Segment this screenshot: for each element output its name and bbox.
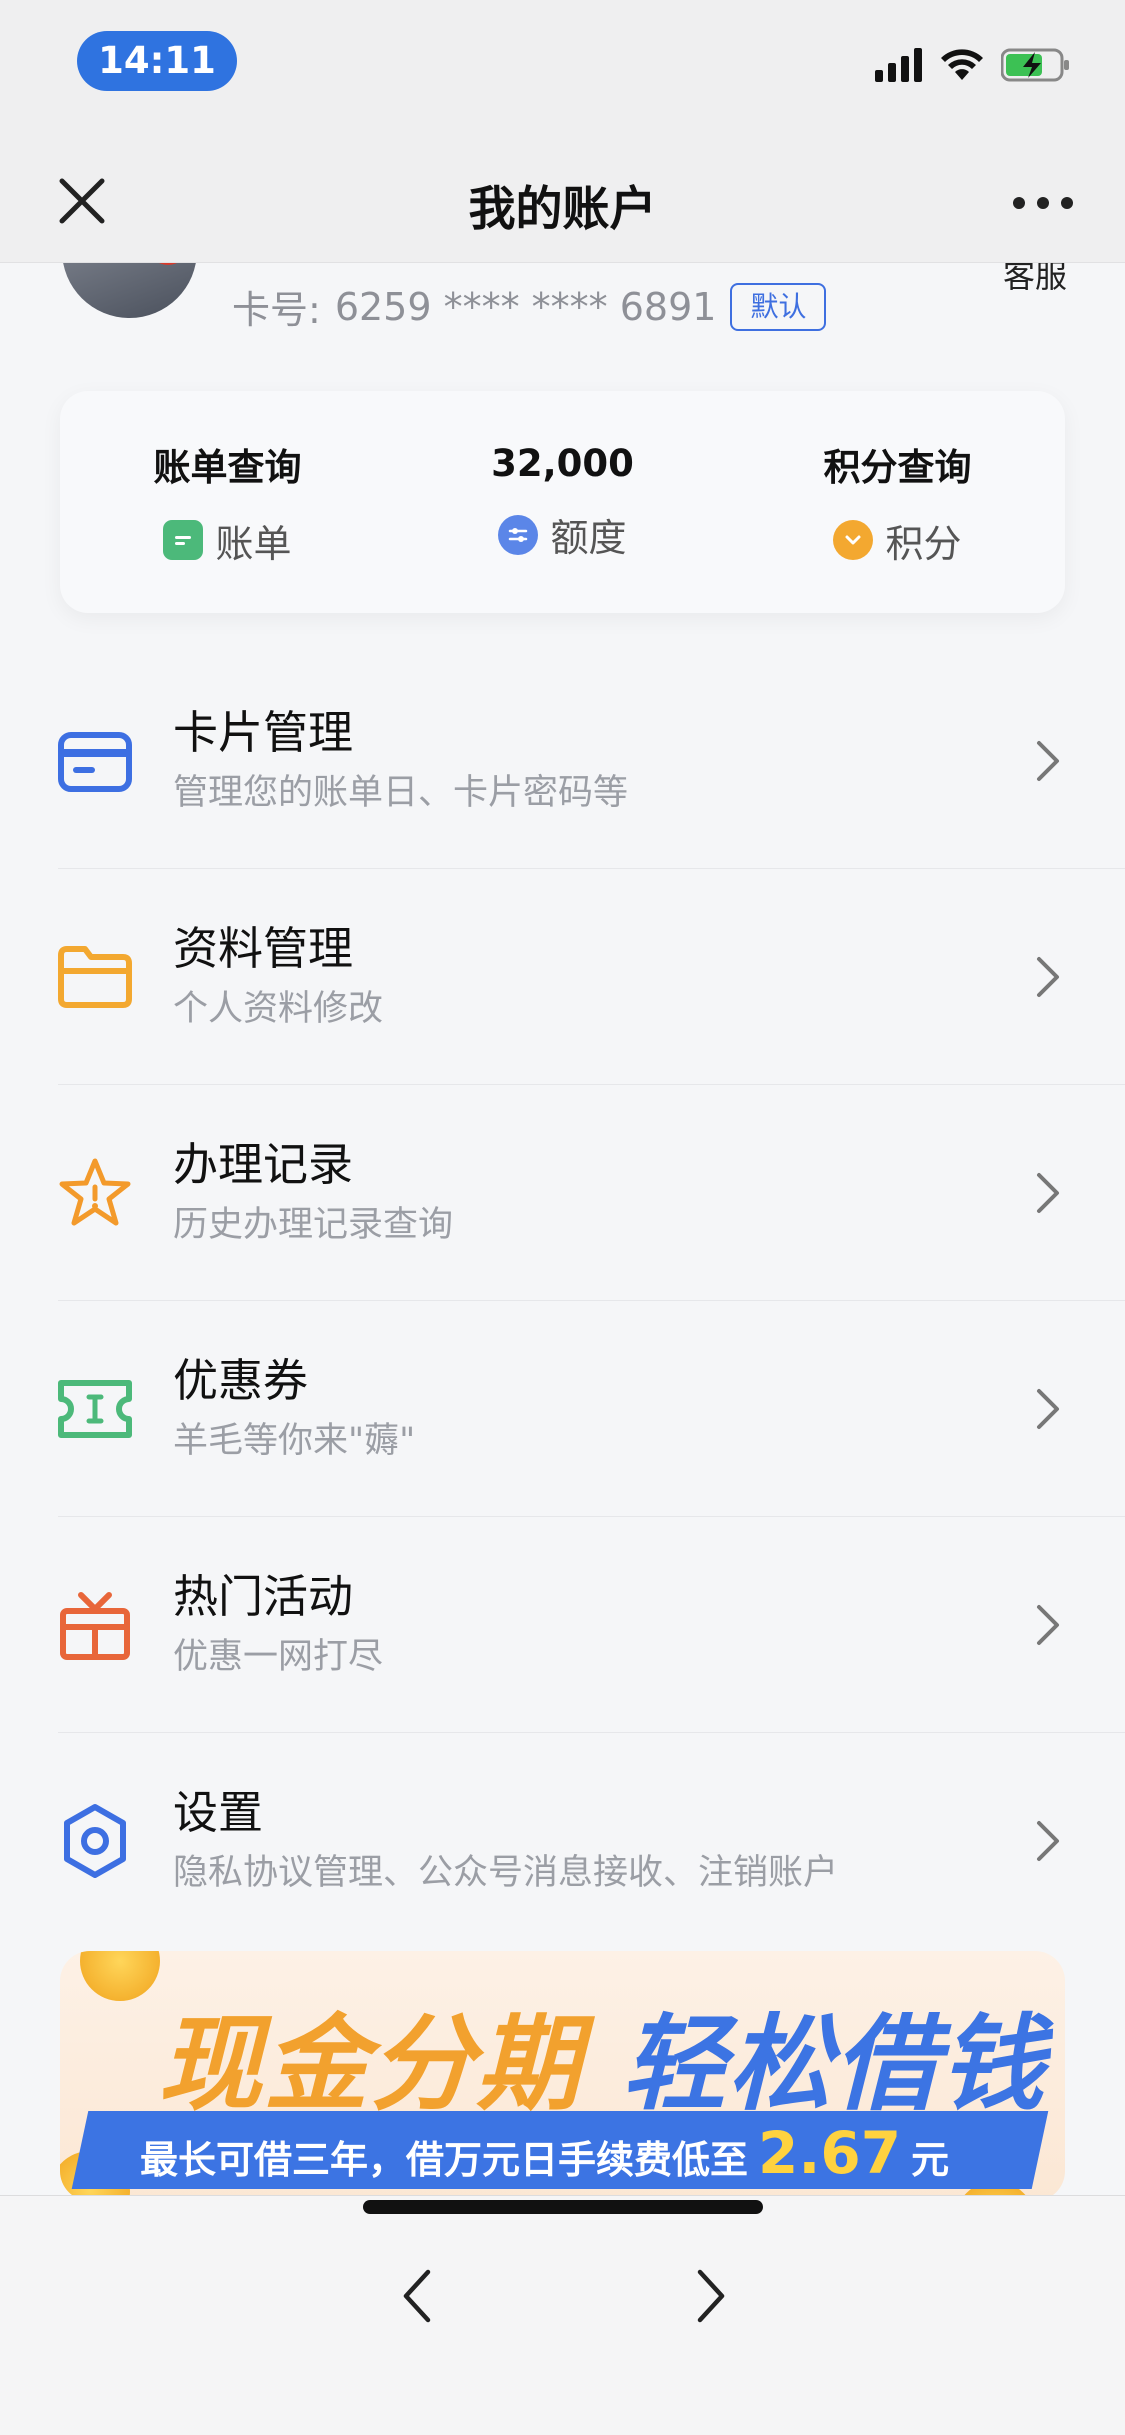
gift-icon [60,1592,130,1660]
credit-limit[interactable]: 32,000 额度 [395,391,730,613]
star-icon [59,1158,131,1226]
customer-service-link[interactable]: 客服 [1003,263,1067,297]
chevron-right-icon [1037,1821,1059,1861]
chevron-right-icon [1037,1389,1059,1429]
limit-icon [498,514,539,555]
chevron-right-icon [1037,957,1059,997]
back-icon[interactable] [398,2266,438,2326]
menu-title: 设置 [173,1786,264,1839]
banner-headline-right: 轻松借钱 [622,2003,1047,2125]
coin-decoration [80,1951,160,2001]
menu-item-transaction-records[interactable]: 办理记录 历史办理记录查询 [0,1085,1125,1301]
card-number: 6259 **** **** 6891 [334,284,717,329]
bottom-toolbar [0,2195,1125,2435]
banner-rate: 2.67 [758,2119,902,2187]
banner-headline-left: 现金分期 [158,2003,583,2125]
summary-title: 账单查询 [153,445,302,489]
account-summary-card: 账单查询 账单 32,000 额度 积分查询 积分 [60,391,1065,613]
banner-unit: 元 [911,2138,950,2182]
status-icons [875,48,1071,82]
main-content[interactable]: 卡号: 6259 **** **** 6891 默认 客服 账单查询 账单 32… [0,263,1125,2195]
page-title: 我的账户 [468,182,657,237]
battery-charging-icon [1001,48,1069,82]
menu-title: 卡片管理 [173,706,354,759]
summary-title: 积分查询 [823,445,972,489]
more-icon[interactable] [1013,193,1073,213]
summary-label: 额度 [550,516,627,560]
banner-subline-text: 最长可借三年，借万元日手续费低至 [140,2138,749,2182]
signal-icon [875,48,922,82]
banner-subline: 最长可借三年，借万元日手续费低至 2.67 元 [140,2119,949,2187]
card-icon [58,732,132,792]
menu-desc: 羊毛等你来"薅" [173,1421,416,1461]
menu-item-profile-management[interactable]: 资料管理 个人资料修改 [0,869,1125,1085]
menu-item-coupons[interactable]: 优惠券 羊毛等你来"薅" [0,1301,1125,1517]
menu-title: 办理记录 [173,1138,354,1191]
summary-label: 积分 [885,521,962,566]
card-number-line: 卡号: 6259 **** **** 6891 默认 [232,279,827,334]
card-number-label: 卡号: [232,288,321,332]
status-bar: 14:11 [0,0,1125,145]
chevron-right-icon [1037,1605,1059,1645]
credit-limit-value: 32,000 [491,442,634,485]
menu-item-settings[interactable]: 设置 隐私协议管理、公众号消息接收、注销账户 [0,1733,1125,1949]
banner-headline: 现金分期 轻松借钱 [158,1979,1046,2130]
menu-item-card-management[interactable]: 卡片管理 管理您的账单日、卡片密码等 [0,653,1125,869]
chevron-right-icon [1037,741,1059,781]
gear-icon [64,1804,126,1878]
menu-desc: 历史办理记录查询 [173,1205,454,1245]
home-indicator[interactable] [363,2200,763,2214]
menu-list: 卡片管理 管理您的账单日、卡片密码等 资料管理 个人资料修改 办理记录 历史办理… [0,653,1125,1949]
menu-item-hot-activities[interactable]: 热门活动 优惠一网打尽 [0,1517,1125,1733]
chevron-right-icon [1037,1173,1059,1213]
menu-desc: 隐私协议管理、公众号消息接收、注销账户 [173,1853,839,1893]
avatar[interactable] [62,263,197,318]
menu-desc: 优惠一网打尽 [173,1637,384,1677]
folder-icon [58,946,132,1008]
points-query[interactable]: 积分查询 积分 [730,391,1065,613]
promo-banner[interactable]: 现金分期 轻松借钱 最长可借三年，借万元日手续费低至 2.67 元 [60,1951,1065,2195]
menu-desc: 个人资料修改 [173,989,384,1029]
points-icon [833,520,874,560]
wifi-icon [941,49,983,80]
status-time: 14:11 [77,31,237,91]
menu-title: 热门活动 [173,1570,354,1623]
summary-label: 账单 [215,521,292,566]
bill-query[interactable]: 账单查询 账单 [60,391,395,613]
menu-title: 优惠券 [173,1354,309,1407]
bill-icon [163,520,204,560]
menu-title: 资料管理 [173,922,354,975]
coupon-icon [58,1380,132,1438]
menu-desc: 管理您的账单日、卡片密码等 [173,773,629,813]
forward-icon[interactable] [690,2266,730,2326]
navigation-bar: 我的账户 [0,145,1125,263]
default-badge: 默认 [730,282,827,331]
